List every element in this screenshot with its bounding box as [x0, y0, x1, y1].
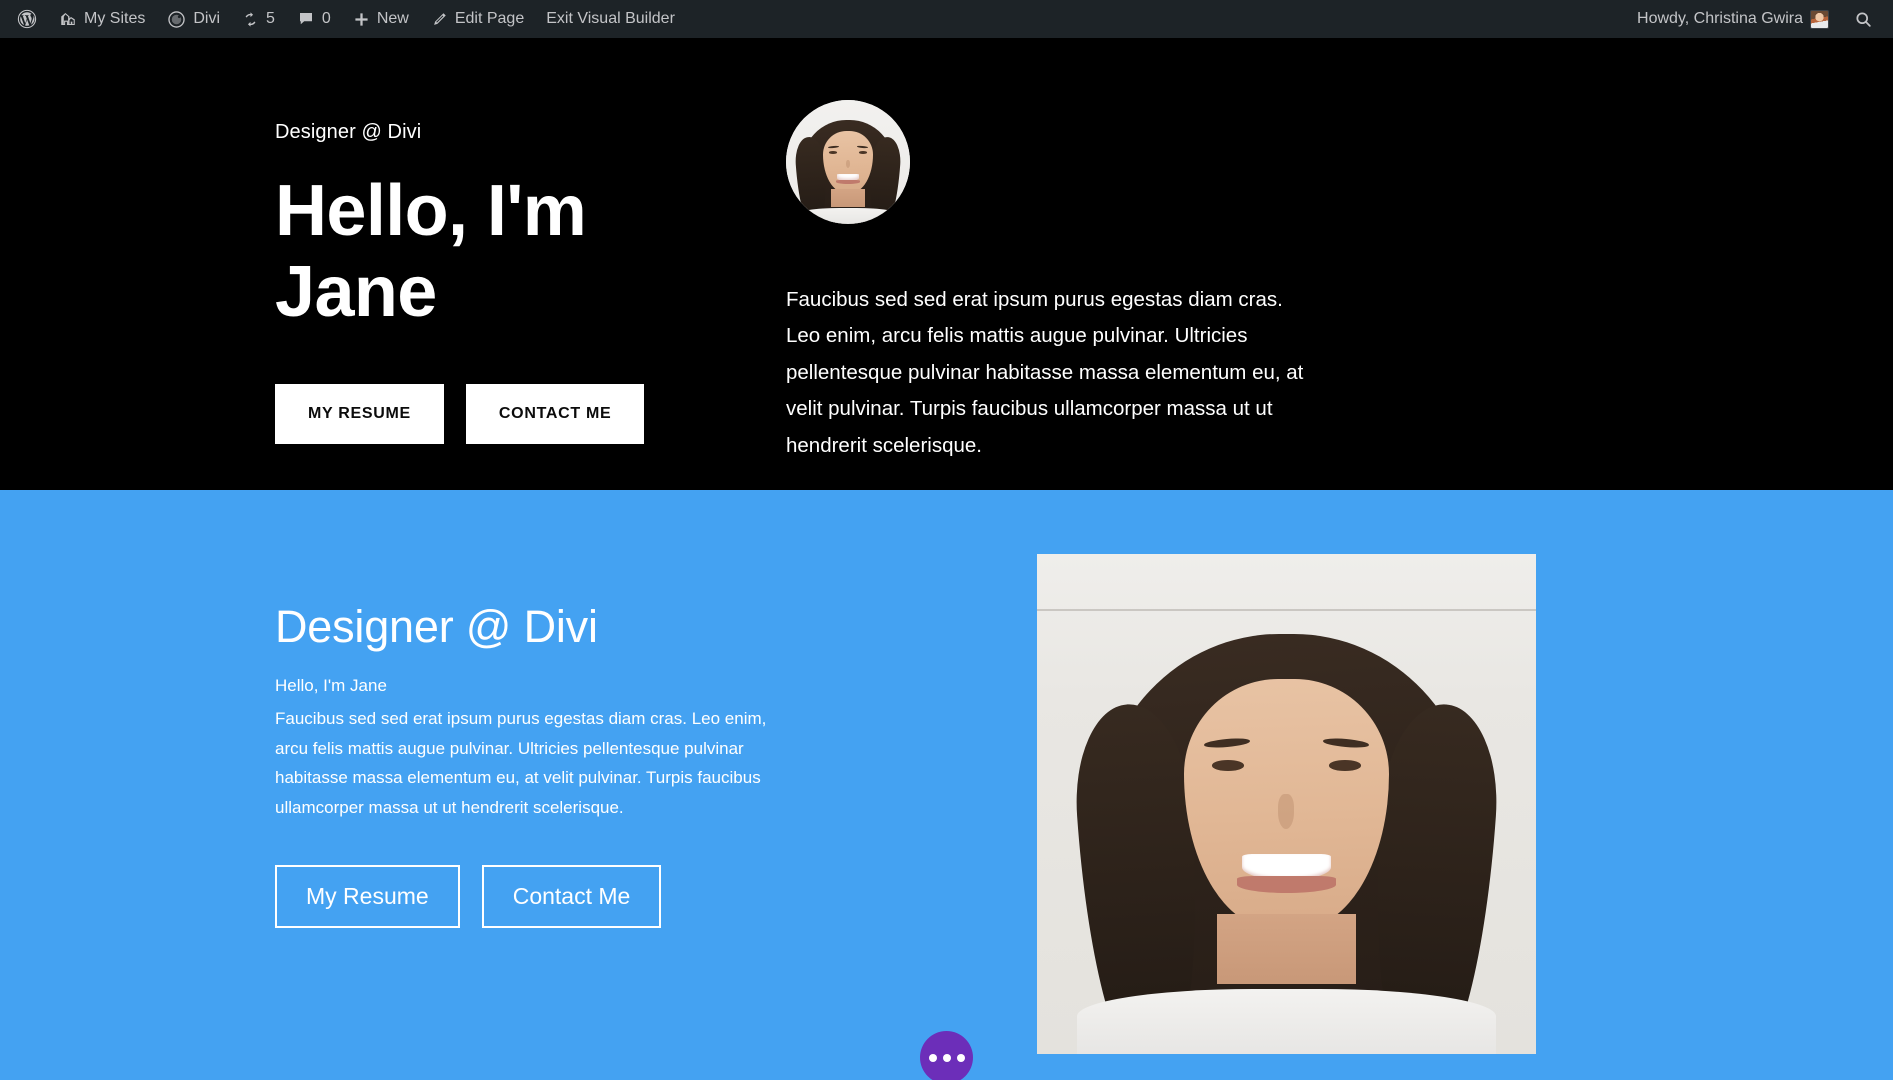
photo-neck: [1216, 914, 1357, 984]
photo-shirt: [1076, 989, 1497, 1054]
search-icon: [1854, 10, 1873, 29]
page-canvas: Designer @ Divi Hello, I'm Jane MY RESUM…: [0, 38, 1893, 1080]
hero-body-text: Faucibus sed sed erat ipsum purus egesta…: [786, 288, 1304, 457]
admin-bar-item-edit-page[interactable]: Edit Page: [420, 0, 535, 38]
hero-eyebrow-text: Designer @ Divi: [275, 121, 422, 143]
photo-eye-left: [1211, 760, 1244, 771]
photo-shirt: [795, 207, 901, 224]
blue-portrait-image: [1037, 554, 1536, 1054]
hero-column-right: Faucibus sed sed erat ipsum purus egesta…: [710, 74, 1410, 464]
blue-section: Designer @ Divi Hello, I'm Jane Faucibus…: [0, 490, 1893, 1080]
admin-bar-item-divi[interactable]: Divi: [156, 0, 231, 38]
admin-bar-label-new: New: [376, 10, 409, 27]
admin-bar-updates-count: 5: [266, 10, 275, 27]
pencil-icon: [431, 11, 448, 28]
hero-column-left: Designer @ Divi Hello, I'm Jane MY RESUM…: [0, 74, 710, 464]
admin-bar-item-wp-logo[interactable]: [6, 0, 48, 38]
admin-bar-item-my-sites[interactable]: My Sites: [48, 0, 156, 38]
admin-bar-left-group: My Sites Divi 5 0 New Edit Page Exit Vis…: [6, 0, 686, 38]
photo-eye-right: [858, 151, 867, 154]
admin-bar-label-edit-page: Edit Page: [454, 10, 525, 27]
hero-button-group: MY RESUME CONTACT ME: [275, 384, 710, 445]
admin-bar-item-updates[interactable]: 5: [231, 0, 286, 38]
blue-column-left: Designer @ Divi Hello, I'm Jane Faucibus…: [0, 490, 800, 1080]
comment-bubble-icon: [297, 10, 315, 28]
wordpress-logo-icon: [16, 8, 38, 30]
blue-section-title: Designer @ Divi: [275, 601, 598, 652]
photo-nose: [845, 159, 850, 169]
blue-body-text: Faucibus sed sed erat ipsum purus egesta…: [275, 708, 767, 818]
blue-my-resume-button[interactable]: My Resume: [275, 864, 460, 928]
admin-bar-comments-count: 0: [321, 10, 331, 27]
photo-eye-right: [1329, 760, 1362, 771]
my-resume-button[interactable]: MY RESUME: [275, 384, 444, 445]
admin-bar-label-divi: Divi: [193, 10, 221, 27]
photo-eye-left: [829, 151, 838, 154]
wp-admin-bar: My Sites Divi 5 0 New Edit Page Exit Vis…: [0, 0, 1893, 38]
updates-icon: [242, 11, 259, 28]
blue-contact-me-button[interactable]: Contact Me: [481, 864, 662, 928]
admin-bar-right-group: Howdy, Christina Gwira: [1626, 0, 1881, 38]
blue-section-subtitle: Hello, I'm Jane: [275, 676, 387, 695]
three-dots-icon: [928, 1053, 937, 1062]
three-dots-icon: [956, 1053, 965, 1062]
admin-bar-label-exit-visual-builder: Exit Visual Builder: [546, 10, 675, 27]
hero-row: Designer @ Divi Hello, I'm Jane MY RESUM…: [0, 38, 1893, 464]
photo-lower-lip: [1236, 876, 1337, 893]
divi-builder-toggle-button[interactable]: [920, 1031, 973, 1080]
admin-bar-search-button[interactable]: [1840, 0, 1881, 38]
plus-icon: [353, 11, 370, 28]
portrait-illustration: [1037, 554, 1536, 1054]
admin-bar-item-exit-visual-builder[interactable]: Exit Visual Builder: [535, 0, 686, 38]
photo-neck: [830, 189, 866, 207]
hero-section: Designer @ Divi Hello, I'm Jane MY RESUM…: [0, 38, 1893, 490]
admin-bar-howdy-label: Howdy, Christina Gwira: [1637, 10, 1803, 27]
divi-icon: [167, 10, 186, 29]
hero-avatar-image: [786, 100, 910, 224]
sites-icon: [59, 10, 77, 28]
contact-me-button[interactable]: CONTACT ME: [465, 384, 645, 445]
admin-bar-item-new[interactable]: New: [342, 0, 420, 38]
admin-bar-item-comments[interactable]: 0: [286, 0, 342, 38]
page-title: Hello, I'm Jane: [275, 171, 587, 332]
three-dots-icon: [942, 1053, 951, 1062]
avatar: [1810, 9, 1829, 29]
blue-button-group: My Resume Contact Me: [275, 864, 800, 928]
admin-bar-label-my-sites: My Sites: [84, 10, 146, 27]
portrait-illustration: [786, 100, 910, 224]
admin-bar-account-menu[interactable]: Howdy, Christina Gwira: [1626, 0, 1840, 38]
